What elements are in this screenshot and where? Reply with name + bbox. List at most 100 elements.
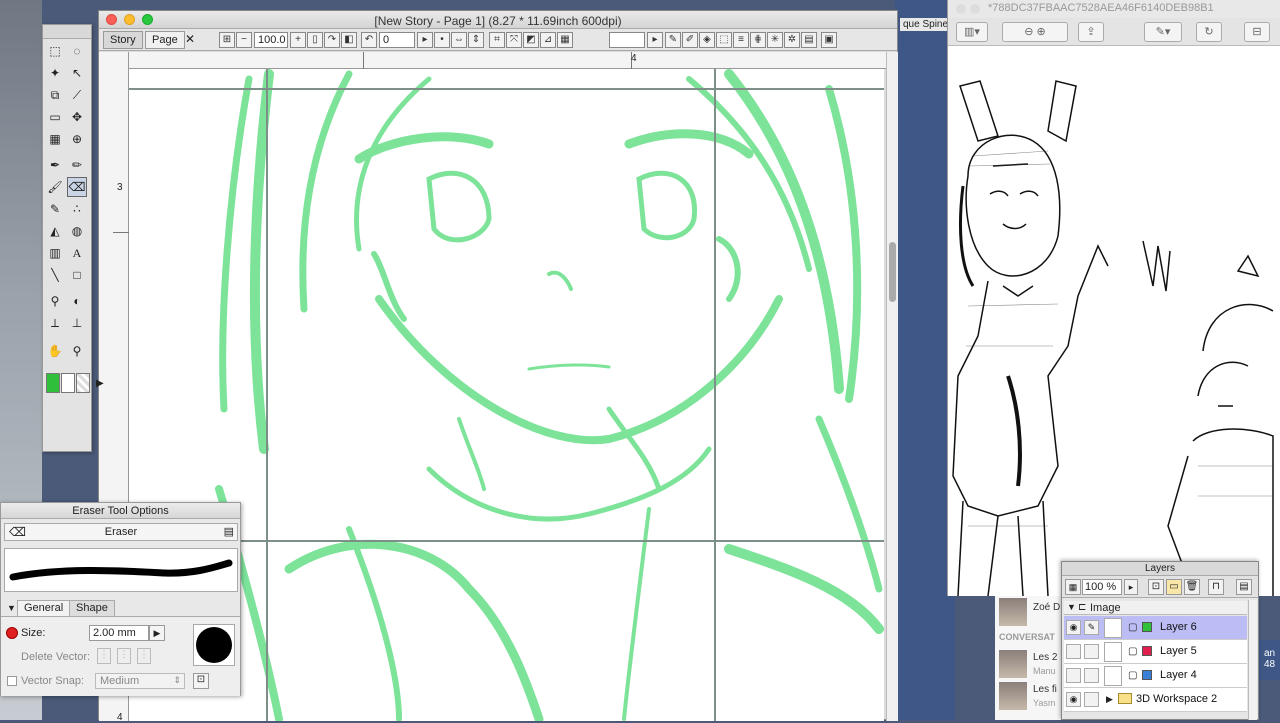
grid-lines-icon[interactable]: ▤ bbox=[801, 32, 817, 48]
delete-vector-option-2[interactable]: ⋮ bbox=[117, 648, 131, 664]
fit-page-icon[interactable]: ⊞ bbox=[219, 32, 235, 48]
opacity-field[interactable]: 100 % bbox=[1082, 579, 1122, 595]
dot-icon[interactable]: • bbox=[434, 32, 450, 48]
transparent-swatch[interactable] bbox=[76, 373, 90, 393]
opacity-arrow-icon[interactable]: ▸ bbox=[1124, 579, 1138, 595]
ruler-tool-icon[interactable]: ⟂ bbox=[45, 313, 65, 333]
zoom-controls-icon[interactable]: ⊖ ⊕ bbox=[1002, 22, 1068, 42]
eye-icon[interactable] bbox=[1066, 668, 1081, 683]
eye-icon[interactable] bbox=[1066, 644, 1081, 659]
guide-icon[interactable]: ⌗ bbox=[489, 32, 505, 48]
chat-contact-name[interactable]: Zoé D bbox=[1033, 602, 1060, 613]
snap-settings-icon[interactable]: ⊡ bbox=[193, 673, 209, 689]
layer-group-row[interactable]: ▼ ⊏ Image bbox=[1064, 601, 1247, 615]
crop-icon[interactable]: ⤧ bbox=[506, 32, 522, 48]
close-tab-icon[interactable]: ✕ bbox=[185, 32, 195, 46]
ref-minimize-button[interactable] bbox=[970, 4, 980, 14]
sub-color-swatch[interactable] bbox=[61, 373, 75, 393]
avatar[interactable] bbox=[999, 598, 1027, 626]
pen-lock-icon[interactable] bbox=[1084, 692, 1099, 707]
magic-wand-icon[interactable]: ✦ bbox=[45, 63, 65, 83]
rotation-arrow-icon[interactable]: ▸ bbox=[417, 32, 433, 48]
eye-icon[interactable]: ◉ bbox=[1066, 620, 1081, 635]
size-field[interactable]: 2.00 mm bbox=[89, 625, 149, 641]
lock-icon[interactable]: ⊓ bbox=[1208, 579, 1224, 595]
delete-vector-option-1[interactable]: ⋮ bbox=[97, 648, 111, 664]
ref-close-button[interactable] bbox=[956, 4, 966, 14]
palette-expand-icon[interactable]: ▶ bbox=[96, 378, 104, 389]
airbrush-icon[interactable]: ∴ bbox=[67, 199, 87, 219]
vertical-scrollbar[interactable] bbox=[886, 52, 898, 721]
panel-icon[interactable]: ▦ bbox=[45, 129, 65, 149]
layer-row-4[interactable]: ▢ Layer 4 bbox=[1064, 664, 1247, 688]
hand-icon[interactable]: ✋ bbox=[45, 341, 65, 361]
avatar[interactable] bbox=[999, 682, 1027, 710]
grid-icon[interactable]: ▦ bbox=[557, 32, 573, 48]
group-expand-icon[interactable]: ▼ bbox=[1067, 602, 1076, 612]
scroll-thumb[interactable] bbox=[889, 242, 896, 302]
page-icon[interactable]: ▯ bbox=[307, 32, 323, 48]
pattern-icon[interactable]: ◍ bbox=[67, 221, 87, 241]
new-layer-icon[interactable]: ⊡ bbox=[1148, 579, 1164, 595]
expand-icon[interactable]: ▶ bbox=[1106, 694, 1113, 705]
marquee-icon[interactable]: ⬚ bbox=[45, 41, 65, 61]
magnifier-icon[interactable]: ⚲ bbox=[67, 341, 87, 361]
pen-tool-icon[interactable]: ✒ bbox=[45, 155, 65, 175]
toolbox-icon[interactable]: ⊟ bbox=[1244, 22, 1270, 42]
marker-icon[interactable]: ✎ bbox=[45, 199, 65, 219]
move-icon[interactable]: ✥ bbox=[67, 107, 87, 127]
perspective-icon[interactable]: ⬚ bbox=[716, 32, 732, 48]
hatch-icon[interactable]: ⋕ bbox=[750, 32, 766, 48]
zoom-tool-icon[interactable]: ⊕ bbox=[67, 129, 87, 149]
stamp-icon[interactable]: ⊥ bbox=[67, 313, 87, 333]
tab-shape[interactable]: Shape bbox=[69, 600, 115, 616]
pencil-icon[interactable]: ✐ bbox=[682, 32, 698, 48]
tab-story[interactable]: Story bbox=[103, 31, 143, 49]
pen-lock-icon[interactable]: ✎ bbox=[1084, 620, 1099, 635]
vector-snap-checkbox[interactable] bbox=[7, 676, 17, 686]
snap-icon[interactable]: ◩ bbox=[523, 32, 539, 48]
rotation-field[interactable]: 0 bbox=[379, 32, 415, 48]
rotate-icon[interactable]: ↷ bbox=[324, 32, 340, 48]
line-icon[interactable]: ╲ bbox=[45, 265, 65, 285]
toolbar-menu-icon[interactable]: ▣ bbox=[821, 32, 837, 48]
text-icon[interactable]: A bbox=[67, 243, 87, 263]
cube-icon[interactable]: ◈ bbox=[699, 32, 715, 48]
rectangle-icon[interactable]: □ bbox=[67, 265, 87, 285]
pen-lock-icon[interactable] bbox=[1084, 668, 1099, 683]
eye-icon[interactable]: ◉ bbox=[1066, 692, 1081, 707]
zoom-field[interactable]: 100.0 bbox=[254, 32, 288, 48]
chat-item-title[interactable]: Les 2 bbox=[1033, 652, 1057, 663]
rotate-ref-icon[interactable]: ↻ bbox=[1196, 22, 1222, 42]
rotate-left-icon[interactable]: ↶ bbox=[361, 32, 377, 48]
avatar[interactable] bbox=[999, 650, 1027, 678]
sidebar-toggle-icon[interactable]: ▥▾ bbox=[956, 22, 988, 42]
lasso-icon[interactable]: ◌ bbox=[67, 41, 87, 61]
brush-icon[interactable]: 🖌 bbox=[45, 177, 65, 197]
layers-menu-icon[interactable]: ▤ bbox=[1236, 579, 1252, 595]
tab-general[interactable]: General bbox=[17, 600, 71, 616]
layer-row-3d-workspace[interactable]: ◉ ▶ 3D Workspace 2 bbox=[1064, 688, 1247, 712]
pen-icon[interactable]: ✎ bbox=[665, 32, 681, 48]
pen-lock-icon[interactable] bbox=[1084, 644, 1099, 659]
new-folder-icon[interactable]: ▭ bbox=[1166, 579, 1182, 595]
panel-menu-icon[interactable]: ▤ bbox=[224, 525, 234, 538]
vector-snap-select[interactable]: Medium ⇕ bbox=[95, 673, 185, 689]
fan-icon[interactable]: ✳ bbox=[767, 32, 783, 48]
flip-horizontal-icon[interactable]: ⇔ bbox=[451, 32, 467, 48]
layers-scrollbar[interactable] bbox=[1248, 600, 1257, 720]
size-arrow-icon[interactable]: ▶ bbox=[149, 625, 165, 641]
layer-move-icon[interactable]: ⧉ bbox=[45, 85, 65, 105]
flip-icon[interactable]: ◧ bbox=[341, 32, 357, 48]
delete-vector-option-3[interactable]: ⋮ bbox=[137, 648, 151, 664]
toolbar-arrow-icon[interactable]: ▸ bbox=[647, 32, 663, 48]
line-select-icon[interactable]: ⟋ bbox=[67, 85, 87, 105]
chat-item-title[interactable]: Les fi bbox=[1033, 684, 1057, 695]
zoom-out-icon[interactable]: − bbox=[236, 32, 252, 48]
tab-page[interactable]: Page bbox=[145, 31, 185, 49]
object-select-icon[interactable]: ↖ bbox=[67, 63, 87, 83]
markup-icon[interactable]: ✎▾ bbox=[1144, 22, 1182, 42]
gradient-icon[interactable]: ▥ bbox=[45, 243, 65, 263]
eyedropper-icon[interactable]: ⚲ bbox=[45, 291, 65, 311]
main-color-swatch[interactable] bbox=[46, 373, 60, 393]
